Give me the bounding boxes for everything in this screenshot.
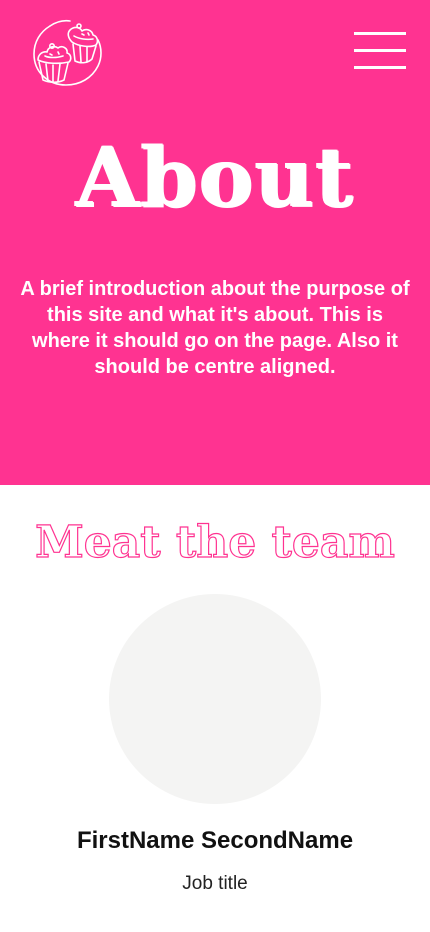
avatar [109, 594, 321, 804]
hero-section: About A brief introduction about the pur… [0, 0, 430, 485]
intro-text: A brief introduction about the purpose o… [20, 278, 410, 378]
member-job-title: Job title [182, 873, 248, 894]
cupcakes-logo-icon[interactable] [30, 18, 104, 88]
menu-button[interactable] [354, 32, 408, 70]
page-title: About [75, 130, 355, 226]
menu-bar-bottom [354, 66, 406, 69]
member-name: FirstName SecondName [76, 827, 354, 854]
menu-bar-middle [354, 49, 406, 52]
menu-bar-top [354, 32, 406, 35]
team-section-title: Meat the team [34, 516, 395, 568]
